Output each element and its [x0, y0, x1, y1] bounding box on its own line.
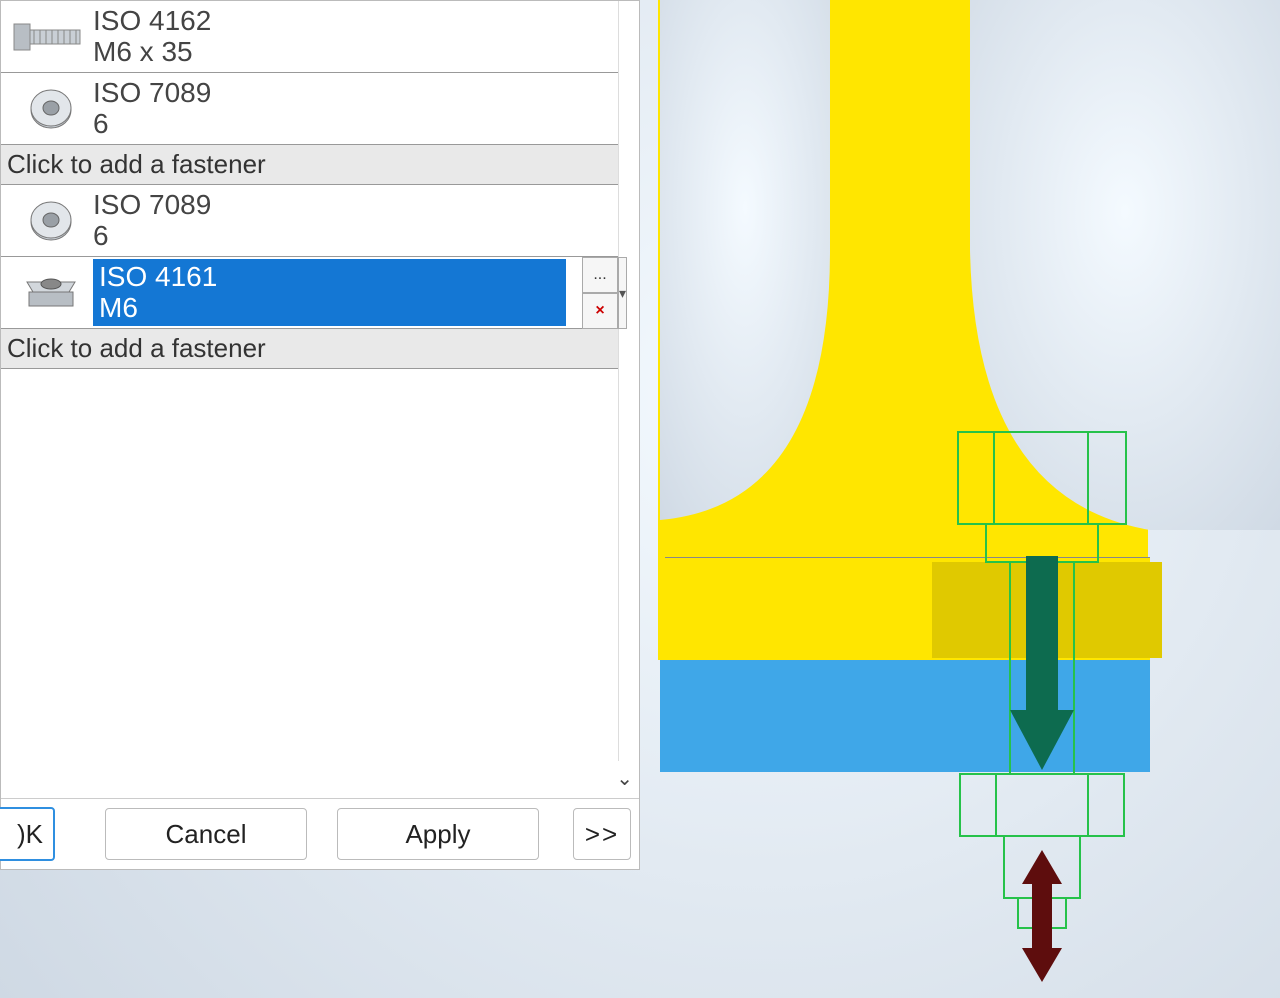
fastener-selected-cell: ISO 4161 M6 — [93, 259, 566, 326]
fastener-standard: ISO 7089 — [93, 78, 614, 109]
fastener-list: ISO 4162 M6 x 35 ISO 7089 6 — [1, 1, 619, 761]
fastener-row-washer-lower[interactable]: ISO 7089 6 — [1, 185, 618, 257]
fastener-size: 6 — [93, 221, 614, 252]
expand-button[interactable]: >> — [573, 808, 631, 860]
bolted-connection-dialog: ISO 4162 M6 x 35 ISO 7089 6 — [0, 0, 640, 870]
drag-length-arrow[interactable] — [1022, 850, 1062, 982]
cancel-button[interactable]: Cancel — [105, 808, 307, 860]
viewport-background: ISO 4162 M6 x 35 ISO 7089 6 — [0, 0, 1280, 998]
ok-button[interactable]: )K — [0, 807, 55, 861]
fastener-delete-button[interactable]: × — [582, 293, 618, 329]
nut-icon — [9, 259, 93, 326]
fastener-size: M6 — [99, 293, 560, 324]
collapse-chevron-icon[interactable]: ⌄ — [616, 766, 633, 791]
fastener-browse-button[interactable]: ... — [582, 257, 618, 293]
bolt-icon — [9, 3, 93, 70]
washer-icon — [9, 187, 93, 254]
apply-button[interactable]: Apply — [337, 808, 539, 860]
add-fastener-label: Click to add a fastener — [7, 149, 266, 180]
add-fastener-label: Click to add a fastener — [7, 333, 266, 364]
fastener-row-washer[interactable]: ISO 7089 6 — [1, 73, 618, 145]
fastener-standard: ISO 4161 — [99, 262, 560, 293]
fastener-size: M6 x 35 — [93, 37, 614, 68]
fastener-dropdown-button[interactable]: ▾ — [618, 257, 627, 329]
fastener-size: 6 — [93, 109, 614, 140]
add-fastener-prompt-upper[interactable]: Click to add a fastener — [1, 145, 618, 185]
add-fastener-prompt-lower[interactable]: Click to add a fastener — [1, 329, 618, 369]
fastener-row-bolt[interactable]: ISO 4162 M6 x 35 — [1, 1, 618, 73]
washer-icon — [9, 75, 93, 142]
fastener-standard: ISO 7089 — [93, 190, 614, 221]
fastener-standard: ISO 4162 — [93, 6, 614, 37]
fastener-row-nut-selected[interactable]: ISO 4161 M6 ... × ▾ — [1, 257, 618, 329]
dialog-button-bar: )K Cancel Apply >> — [1, 798, 639, 869]
